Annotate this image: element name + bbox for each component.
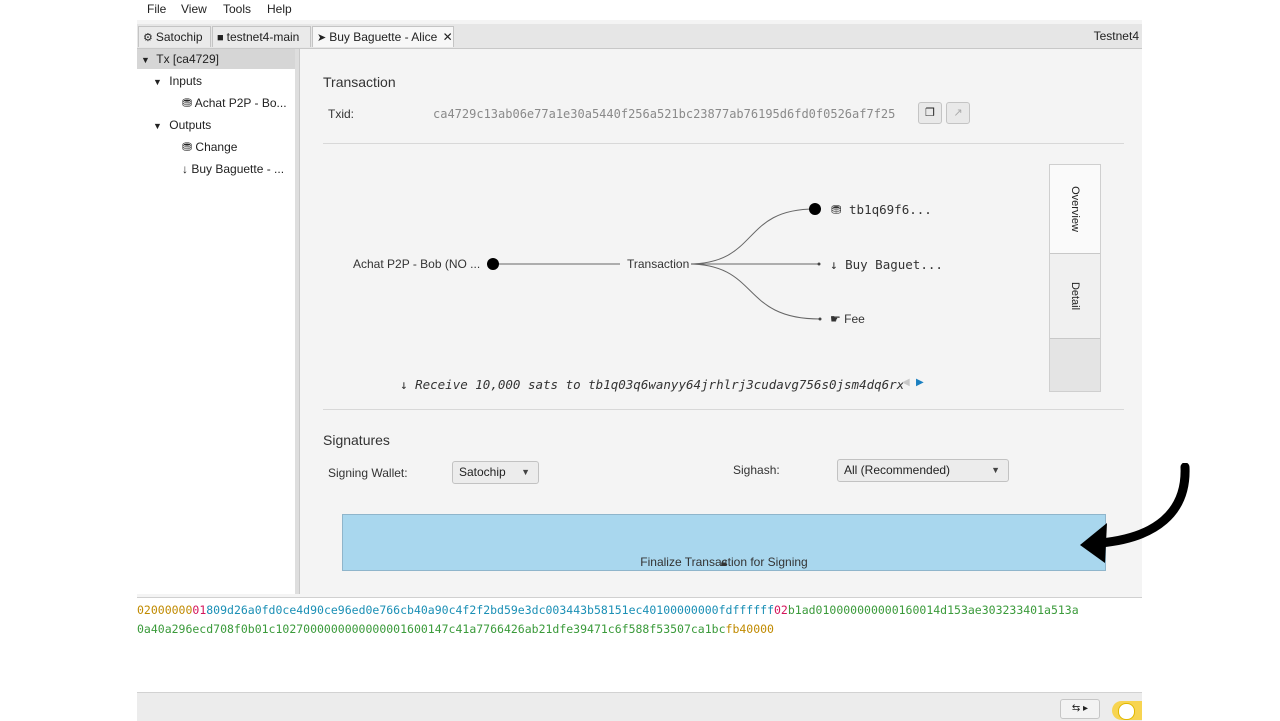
tree-root[interactable]: ▼ Tx [ca4729] (137, 49, 295, 69)
fee-hand-icon: ☛ (830, 312, 841, 326)
side-tab-detail-label: Detail (1069, 281, 1081, 311)
transaction-flow-diagram (487, 203, 822, 321)
expand-arrow-icon[interactable]: ▼ (153, 121, 162, 131)
arrow-down-icon: ↓ (400, 377, 408, 392)
hex-segment: 02 (774, 603, 788, 617)
diagram-output2[interactable]: ↓ Buy Baguet... (830, 257, 943, 272)
tab-satochip[interactable]: ⚙ Satochip (138, 26, 211, 47)
tree-inputs-label: Inputs (169, 74, 202, 88)
menu-view[interactable]: View (181, 2, 207, 16)
status-bar: ⇆ ▸ (137, 692, 1142, 721)
arrow-down-icon: ↓ (182, 162, 188, 176)
usb-icon: ⇆ (1071, 703, 1081, 714)
menu-help[interactable]: Help (267, 2, 292, 16)
coins-icon: ⛃ (831, 202, 842, 217)
diagram-output1[interactable]: ⛃ tb1q69f6... (831, 202, 932, 217)
tab-bar: ⚙ Satochip ■ testnet4-main ➤ Buy Baguette -… (137, 24, 1142, 49)
hex-segment: fdffffff (718, 603, 774, 617)
transaction-panel: Transaction Txid: ca4729c13ab06e77a1e30a… (300, 49, 1142, 594)
sighash-value: All (Recommended) (844, 463, 951, 477)
output-detail-text: Receive 10,000 sats to tb1q03q6wanyy64jr… (415, 377, 905, 392)
divider (323, 409, 1124, 410)
expand-arrow-icon[interactable]: ▼ (141, 55, 150, 65)
coins-icon: ⛃ (182, 96, 193, 110)
tree-outputs-label: Outputs (169, 118, 212, 132)
signatures-heading: Signatures (323, 432, 390, 448)
tab-testnet4-main[interactable]: ■ testnet4-main (212, 26, 311, 47)
side-tab-detail[interactable]: Detail (1050, 254, 1100, 339)
annotation-arrow (1080, 463, 1190, 563)
next-arrow-icon[interactable]: ▶ (916, 377, 924, 388)
sighash-select[interactable]: All (Recommended) ▼ (837, 459, 1009, 482)
chevron-down-icon: ▼ (991, 465, 1000, 475)
hex-segment: 00 (704, 603, 719, 617)
hex-segment: 809d26a0fd0ce4d90ce96ed0e766cb40a90c4f2f… (206, 603, 650, 617)
hex-segment: 01000000 (649, 603, 705, 617)
hex-segment: 02000000 (137, 603, 193, 617)
tab-label: Buy Baguette - Alice (329, 30, 438, 44)
output1-curve (687, 208, 816, 265)
tree-output-change[interactable]: ⛃ Change (182, 137, 237, 157)
tab-buy-baguette[interactable]: ➤ Buy Baguette - Alice ✕ (312, 26, 454, 47)
tree-outputs[interactable]: ▼ Outputs (153, 115, 211, 135)
tree-output-buy[interactable]: ↓ Buy Baguette - ... (182, 159, 284, 179)
tab-label: testnet4-main (226, 30, 300, 44)
diagram-fee-label: Fee (844, 312, 865, 326)
output-detail-line: ↓ Receive 10,000 sats to tb1q03q6wanyy64… (400, 377, 904, 392)
side-tab-overview-label: Overview (1069, 186, 1081, 232)
sighash-label: Sighash: (733, 463, 780, 477)
diagram-center-label: Transaction (625, 257, 692, 271)
tree-root-label: Tx [ca4729] (156, 52, 219, 66)
chevron-down-icon: ▼ (521, 467, 530, 477)
finalize-button[interactable]: 🔒︎ Finalize Transaction for Signing (342, 514, 1106, 571)
menu-tools[interactable]: Tools (223, 2, 251, 16)
menu-file[interactable]: File (147, 2, 166, 16)
connection-toggle[interactable] (1112, 701, 1142, 720)
hex-segment: fb40000 (725, 622, 774, 636)
gear-icon: ⚙ (143, 32, 153, 44)
expand-arrow-icon[interactable]: ▼ (153, 77, 162, 87)
tab-label: Satochip (155, 30, 203, 44)
tree-output-change-label: Change (195, 140, 238, 154)
diagram-output2-label: Buy Baguet... (845, 257, 943, 272)
transaction-tree: ▼ Tx [ca4729] ▼ Inputs ⛃ Achat P2P - Bo.… (137, 49, 296, 594)
coins-icon: ⛃ (182, 140, 193, 154)
hex-segment: 01 (192, 603, 207, 617)
send-icon: ➤ (317, 32, 327, 44)
wallet-icon: ■ (217, 32, 224, 44)
side-tab-overview[interactable]: Overview (1050, 165, 1100, 254)
hex-line-2: 0a40a296ecd708f0b01c10270000000000000016… (137, 622, 774, 636)
arrow-down-icon: ↓ (830, 257, 838, 272)
diagram-input-label[interactable]: Achat P2P - Bob (NO ... (353, 257, 480, 271)
output2-node-dot (817, 262, 821, 266)
diagram-fee[interactable]: ☛ Fee (830, 312, 865, 326)
fee-curve (687, 263, 821, 320)
tree-inputs[interactable]: ▼ Inputs (153, 71, 202, 91)
hex-segment: b1ad010000000000160014d153ae303233401a51… (787, 603, 1079, 617)
usb-device-button[interactable]: ⇆ ▸ (1060, 699, 1100, 719)
view-side-tabs: Overview Detail (1049, 164, 1101, 392)
prev-arrow-icon[interactable]: ◀ (902, 377, 910, 388)
signing-wallet-select[interactable]: Satochip ▼ (452, 461, 539, 484)
signing-wallet-value: Satochip (459, 465, 506, 479)
close-icon[interactable]: ✕ (443, 30, 453, 44)
wallet-app-window: File View Tools Help ⚙ Satochip ■ testnet4… (137, 0, 1142, 721)
output1-node-dot (809, 203, 821, 215)
network-label: Testnet4 (1093, 29, 1139, 43)
tree-input-item[interactable]: ⛃ Achat P2P - Bo... (182, 93, 287, 113)
diagram-output1-label: tb1q69f6... (849, 202, 932, 217)
tree-input-label: Achat P2P - Bo... (194, 96, 287, 110)
tree-output-buy-label: Buy Baguette - ... (191, 162, 285, 176)
input-node-dot (487, 258, 499, 270)
menu-bar: File View Tools Help (137, 0, 1142, 20)
hex-line-1: 0200000001809d26a0fd0ce4d90ce96ed0e766cb… (137, 603, 1079, 617)
raw-hex-pane[interactable]: 0200000001809d26a0fd0ce4d90ce96ed0e766cb… (137, 597, 1142, 693)
fee-node-dot (818, 317, 822, 321)
hex-segment: 0a40a296ecd708f0b01c10270000000000000016… (137, 622, 726, 636)
finalize-label: Finalize Transaction for Signing (640, 555, 808, 569)
signing-wallet-label: Signing Wallet: (328, 466, 408, 480)
